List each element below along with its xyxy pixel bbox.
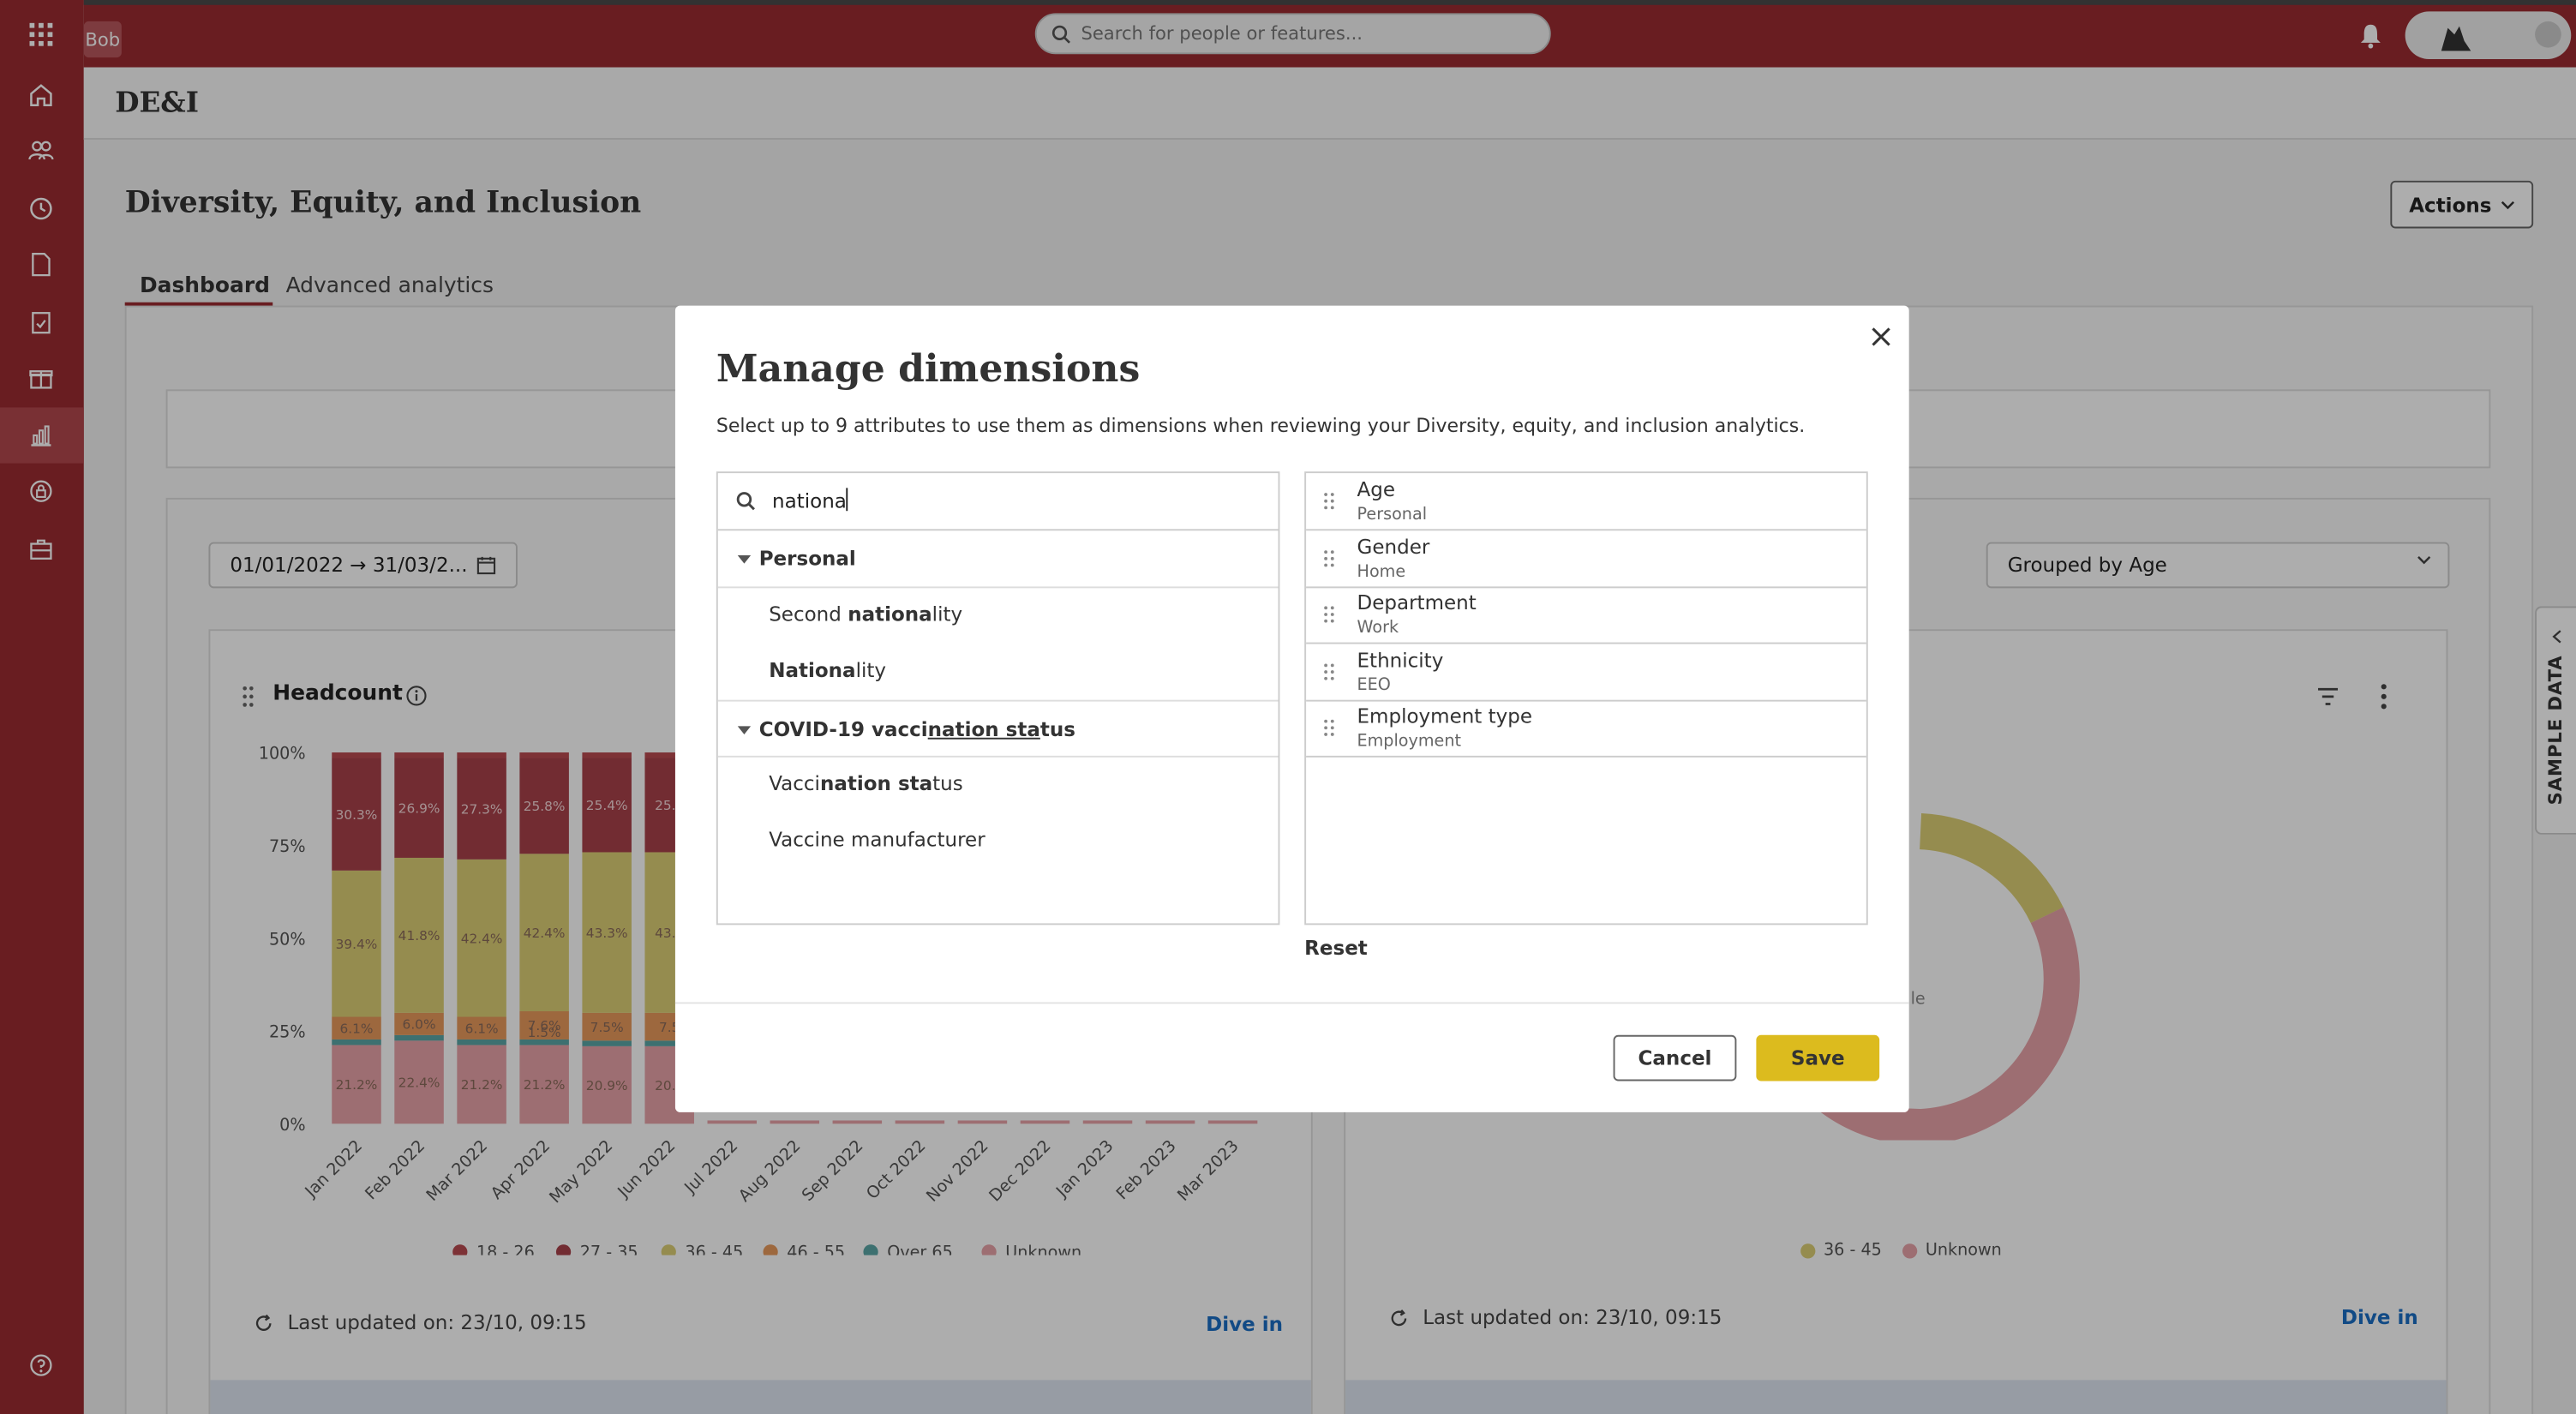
dimension-category: EEO xyxy=(1357,676,1391,695)
attribute-option-vaccine-manufacturer[interactable]: Vaccine manufacturer xyxy=(769,828,985,851)
dimension-name: Department xyxy=(1357,591,1477,614)
close-icon[interactable] xyxy=(1868,324,1895,351)
group-label: Personal xyxy=(758,547,856,571)
drag-handle-icon[interactable] xyxy=(1322,662,1335,682)
drag-handle-icon[interactable] xyxy=(1322,604,1335,624)
reset-button[interactable]: Reset xyxy=(1304,937,1368,960)
selected-dimension-item[interactable]: Ethnicity EEO xyxy=(1306,644,1866,702)
dialog-divider xyxy=(674,1002,1909,1004)
search-value: nationa xyxy=(772,488,848,513)
dimension-category: Home xyxy=(1357,563,1406,582)
selected-dimensions-panel: Age Personal Gender Home Department Work… xyxy=(1304,471,1868,926)
attribute-group-personal[interactable]: Personal xyxy=(717,530,1279,589)
attribute-search-input[interactable]: nationa xyxy=(717,473,1279,531)
dialog-description: Select up to 9 attributes to use them as… xyxy=(716,414,1806,437)
attribute-option-vaccination-status[interactable]: Vaccination status xyxy=(769,772,963,795)
attribute-group-covid[interactable]: COVID-19 vaccination status xyxy=(717,699,1279,758)
group-label: COVID-19 vaccination status xyxy=(758,717,1075,741)
caret-down-icon xyxy=(737,726,752,734)
selected-dimension-item[interactable]: Employment type Employment xyxy=(1306,700,1866,758)
manage-dimensions-dialog: Manage dimensions Select up to 9 attribu… xyxy=(674,305,1909,1112)
dimension-name: Age xyxy=(1357,477,1396,501)
available-attributes-panel: nationa Personal Second nationality Nati… xyxy=(716,471,1280,926)
save-button[interactable]: Save xyxy=(1756,1034,1880,1081)
selected-dimension-item[interactable]: Age Personal xyxy=(1306,473,1866,531)
dimension-name: Gender xyxy=(1357,535,1430,559)
dimension-name: Ethnicity xyxy=(1357,649,1444,673)
drag-handle-icon[interactable] xyxy=(1322,718,1335,738)
selected-dimension-item[interactable]: Department Work xyxy=(1306,586,1866,644)
dimension-category: Personal xyxy=(1357,506,1428,524)
dimension-name: Employment type xyxy=(1357,704,1533,728)
dimension-category: Work xyxy=(1357,619,1399,638)
attribute-option-second-nationality[interactable]: Second nationality xyxy=(769,603,962,626)
caret-down-icon xyxy=(737,554,752,564)
app-root: Bob Search for people or features... DE&… xyxy=(0,0,2576,1414)
cancel-button[interactable]: Cancel xyxy=(1613,1034,1737,1081)
dialog-title: Manage dimensions xyxy=(716,346,1141,392)
selected-dimension-item[interactable]: Gender Home xyxy=(1306,530,1866,589)
drag-handle-icon[interactable] xyxy=(1322,491,1335,511)
dimension-category: Employment xyxy=(1357,733,1462,752)
attribute-option-nationality[interactable]: Nationality xyxy=(769,659,886,682)
search-icon xyxy=(736,492,755,511)
drag-handle-icon[interactable] xyxy=(1322,548,1335,568)
